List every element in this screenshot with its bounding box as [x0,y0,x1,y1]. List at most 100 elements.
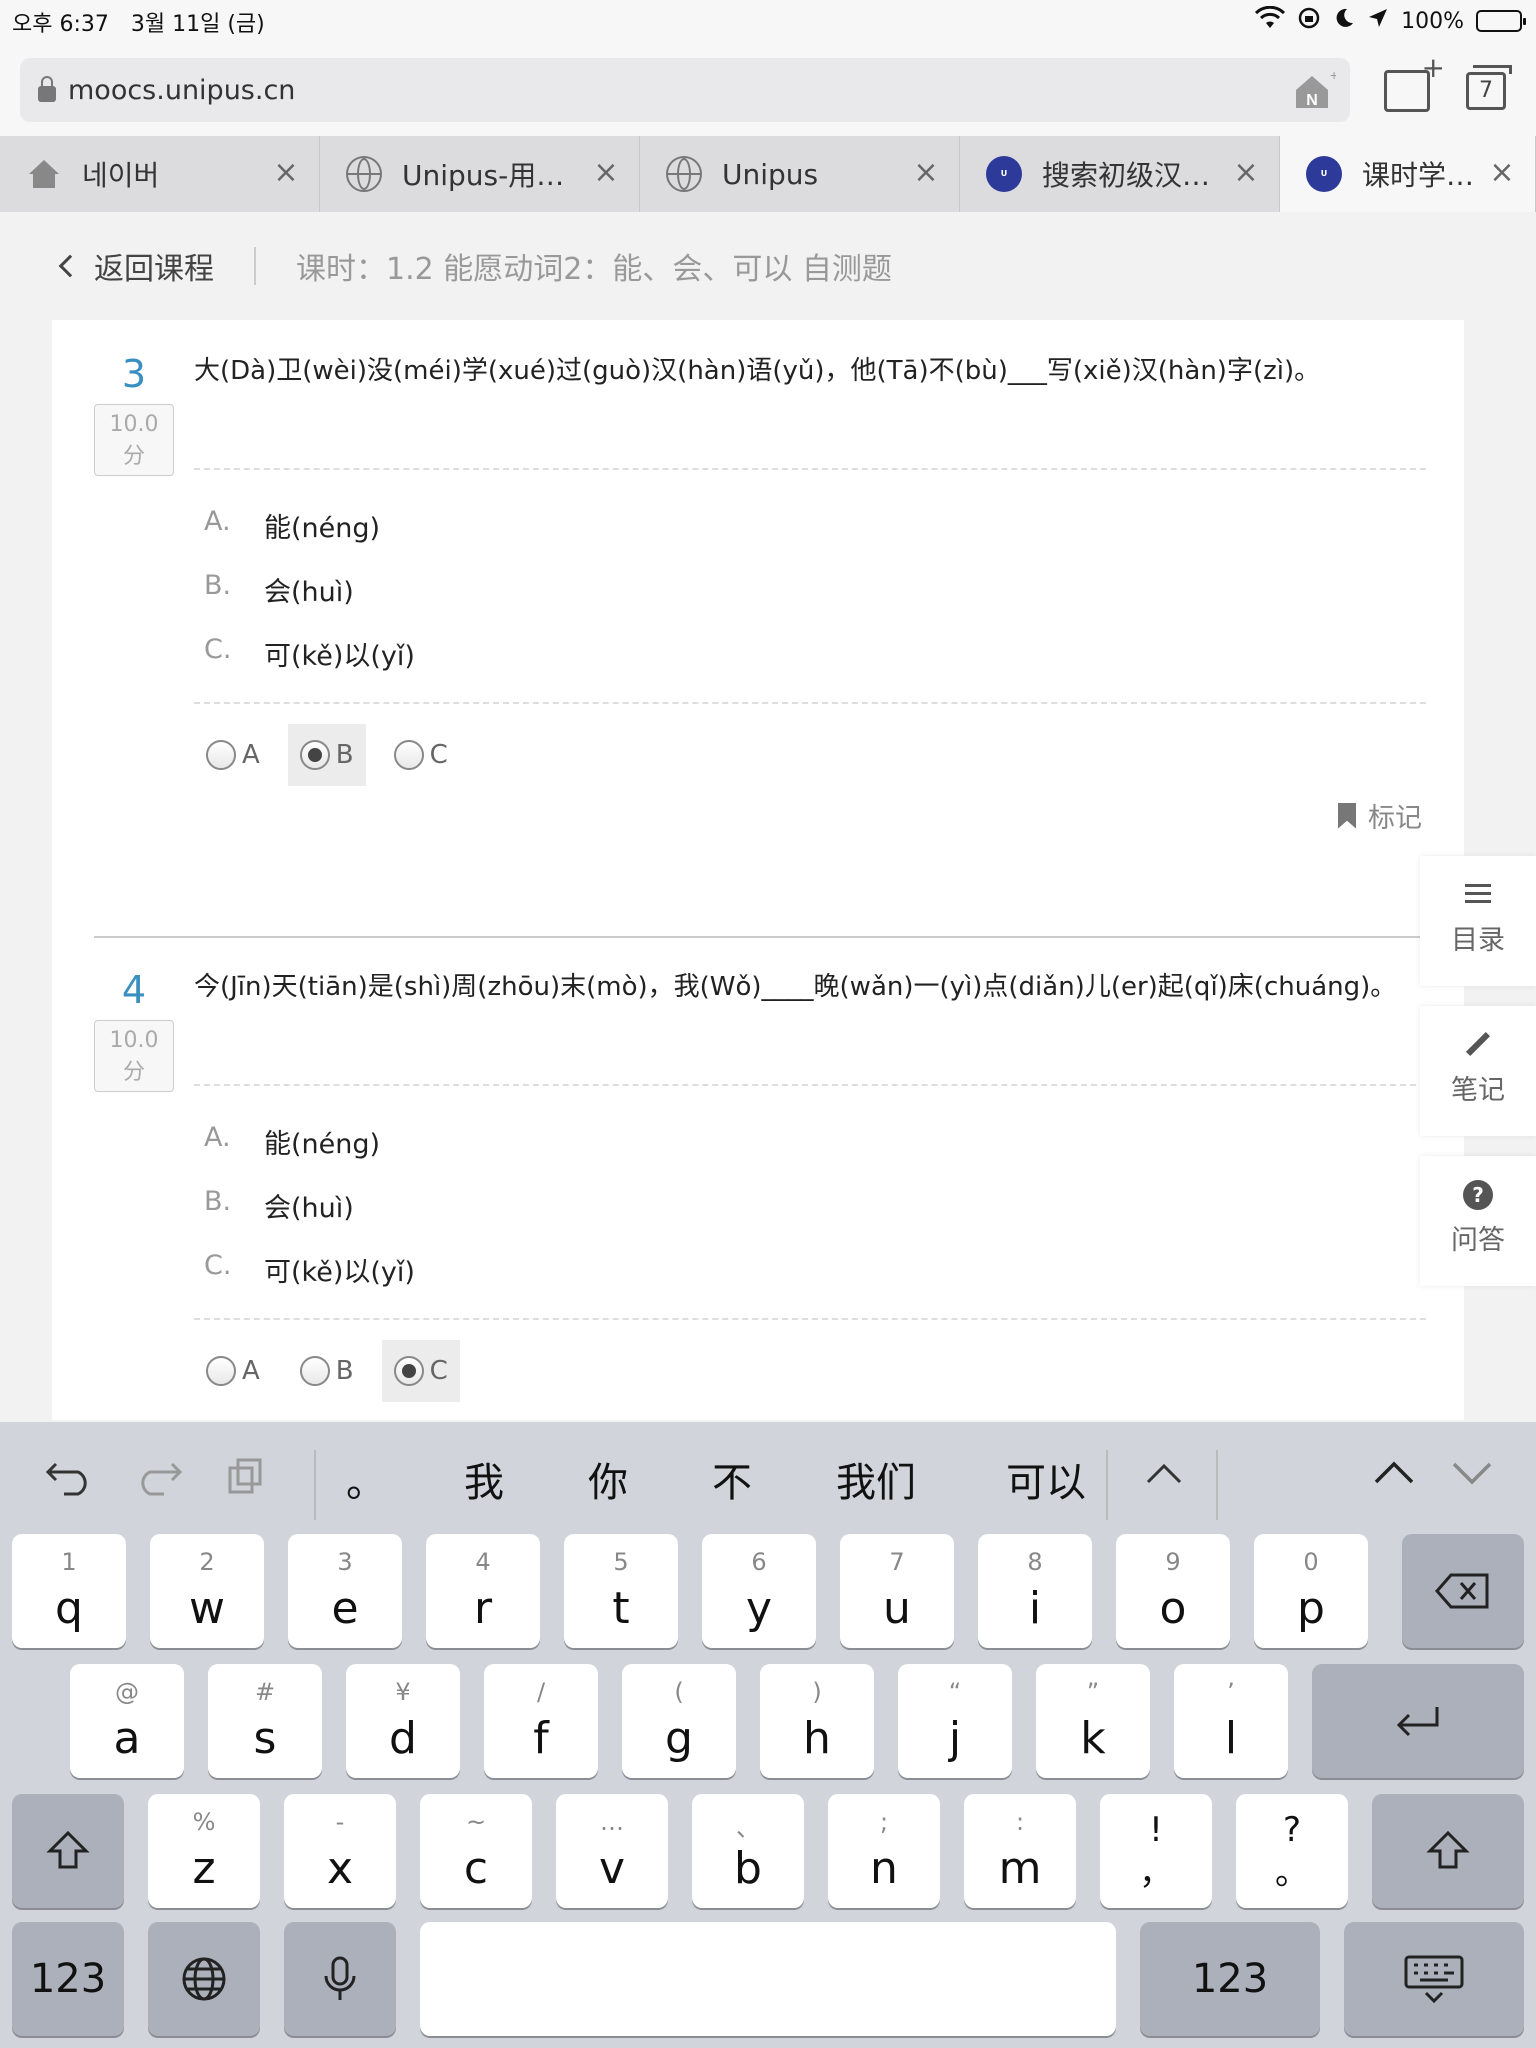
question-score: 10.0 分 [94,1020,174,1092]
suggestion-word[interactable]: 不 [712,1450,752,1508]
choice-b[interactable]: B [288,1340,366,1402]
question-number: 4 [121,968,147,1012]
key-m[interactable]: :m [964,1794,1076,1908]
redo-icon[interactable] [134,1456,184,1505]
chevron-down-icon[interactable] [1450,1456,1494,1497]
side-notes-button[interactable]: 笔记 [1420,1006,1536,1136]
choice-c[interactable]: C [381,1340,460,1402]
numbers-key-right[interactable]: 123 [1140,1922,1320,2036]
key-t[interactable]: 5t [564,1534,678,1648]
key-r[interactable]: 4r [426,1534,540,1648]
tab-naver[interactable]: 네이버 × [0,136,320,212]
option-text: 可(kě)以(yǐ) [264,641,415,672]
key-d[interactable]: ¥ d [346,1664,460,1778]
key-u[interactable]: 7u [840,1534,954,1648]
radio-button[interactable] [206,740,236,770]
new-tab-icon[interactable] [1384,51,1445,112]
suggestion-word[interactable]: 你 [588,1450,628,1508]
key-period[interactable]: ?。 [1236,1794,1348,1908]
side-qa-button[interactable]: ? 问答 [1420,1156,1536,1286]
key-s[interactable]: # s [208,1664,322,1778]
dismiss-keyboard-key[interactable] [1344,1922,1524,2036]
backspace-icon [1402,1534,1524,1648]
key-o[interactable]: 9o [1116,1534,1230,1648]
key-j[interactable]: “j [898,1664,1012,1778]
url-field[interactable]: moocs.unipus.cn N + [20,58,1350,122]
suggestion-word[interactable]: 可以 [1006,1450,1086,1508]
shift-key-right[interactable] [1372,1794,1524,1908]
key-k[interactable]: ” k [1036,1664,1150,1778]
key-w[interactable]: 2w [150,1534,264,1648]
tab-unipus-1[interactable]: Unipus-用… × [320,136,640,212]
key-a[interactable]: @ a [70,1664,184,1778]
tab-unipus-2[interactable]: Unipus × [640,136,960,212]
globe-key[interactable] [148,1922,260,2036]
radio-button-selected[interactable] [299,740,330,770]
key-l[interactable]: ’ l [1174,1664,1288,1778]
key-comma[interactable]: !， [1100,1794,1212,1908]
key-main: 123 [29,1956,107,2002]
question-text: 今(Jīn)天(tiān)是(shì)周(zhōu)末(mò)，我(Wǒ)___… [194,972,1397,1002]
choice-a[interactable]: A [194,724,272,786]
numbers-key-left[interactable]: 123 [12,1922,124,2036]
key-c[interactable]: ~ c [420,1794,532,1908]
microphone-key[interactable] [284,1922,396,2036]
key-e[interactable]: 3e [288,1534,402,1648]
side-label: 问答 [1451,1225,1505,1256]
lock-icon [38,76,56,102]
side-catalog-button[interactable]: 目录 [1420,856,1536,986]
tab-lesson[interactable]: U 课时学习 -… × [1280,136,1536,212]
choice-a[interactable]: A [194,1340,272,1402]
tab-count-button[interactable]: 7 [1466,65,1512,110]
key-main: c [463,1843,489,1894]
radio-button[interactable] [299,1356,330,1386]
suggestion-divider [1216,1450,1218,1520]
radio-button[interactable] [206,1356,236,1386]
shift-key-left[interactable] [12,1794,124,1908]
key-y[interactable]: 6y [702,1534,816,1648]
key-b[interactable]: 、 b [692,1794,804,1908]
close-icon[interactable]: × [911,158,941,188]
keyboard: 。 我 你 不 我们 可以 1q 2w 3e 4r 5t 6y 7u 8i 9o… [0,1422,1536,2048]
option-b: B. 会(huì) [204,1186,354,1225]
option-text: 能(néng) [264,513,381,544]
choice-b[interactable]: B [287,724,366,786]
return-key[interactable] [1312,1664,1524,1778]
back-to-course-button[interactable]: 返回课程 [58,244,214,288]
backspace-key[interactable] [1402,1534,1524,1648]
close-icon[interactable]: × [1231,158,1261,188]
naver-home-icon[interactable]: N + [1292,67,1338,112]
key-f[interactable]: / f [484,1664,598,1778]
choice-c[interactable]: C [382,724,460,786]
chevron-up-icon[interactable] [1372,1456,1416,1497]
key-z[interactable]: % z [148,1794,260,1908]
key-p[interactable]: 0p [1254,1534,1368,1648]
suggestion-word[interactable]: 我 [464,1450,504,1508]
radio-button[interactable] [393,740,424,770]
clipboard-icon[interactable] [226,1456,266,1505]
key-main: f [533,1713,549,1764]
suggestion-word[interactable]: 。 [346,1450,386,1508]
tab-search[interactable]: U 搜索初级汉… × [960,136,1280,212]
key-v[interactable]: … v [556,1794,668,1908]
key-g[interactable]: (g [622,1664,736,1778]
key-sub: ? [1282,1810,1302,1850]
key-h[interactable]: ) h [760,1664,874,1778]
close-icon[interactable]: × [1487,158,1517,188]
key-sub: @ [115,1678,139,1706]
key-q[interactable]: 1q [12,1534,126,1648]
space-key[interactable] [420,1922,1116,2036]
close-icon[interactable]: × [591,158,621,188]
key-i[interactable]: 8i [978,1534,1092,1648]
score-unit: 分 [122,1060,145,1085]
key-main: v [598,1843,626,1894]
key-n[interactable]: ; n [828,1794,940,1908]
close-icon[interactable]: × [271,158,301,188]
suggestion-word[interactable]: 我们 [836,1450,916,1508]
radio-button-selected[interactable] [393,1356,424,1386]
undo-icon[interactable] [44,1456,94,1505]
key-main: n [870,1843,898,1894]
chevron-up-icon[interactable] [1144,1456,1184,1497]
mark-button[interactable]: 标记 [1338,796,1422,835]
key-x[interactable]: -x [284,1794,396,1908]
